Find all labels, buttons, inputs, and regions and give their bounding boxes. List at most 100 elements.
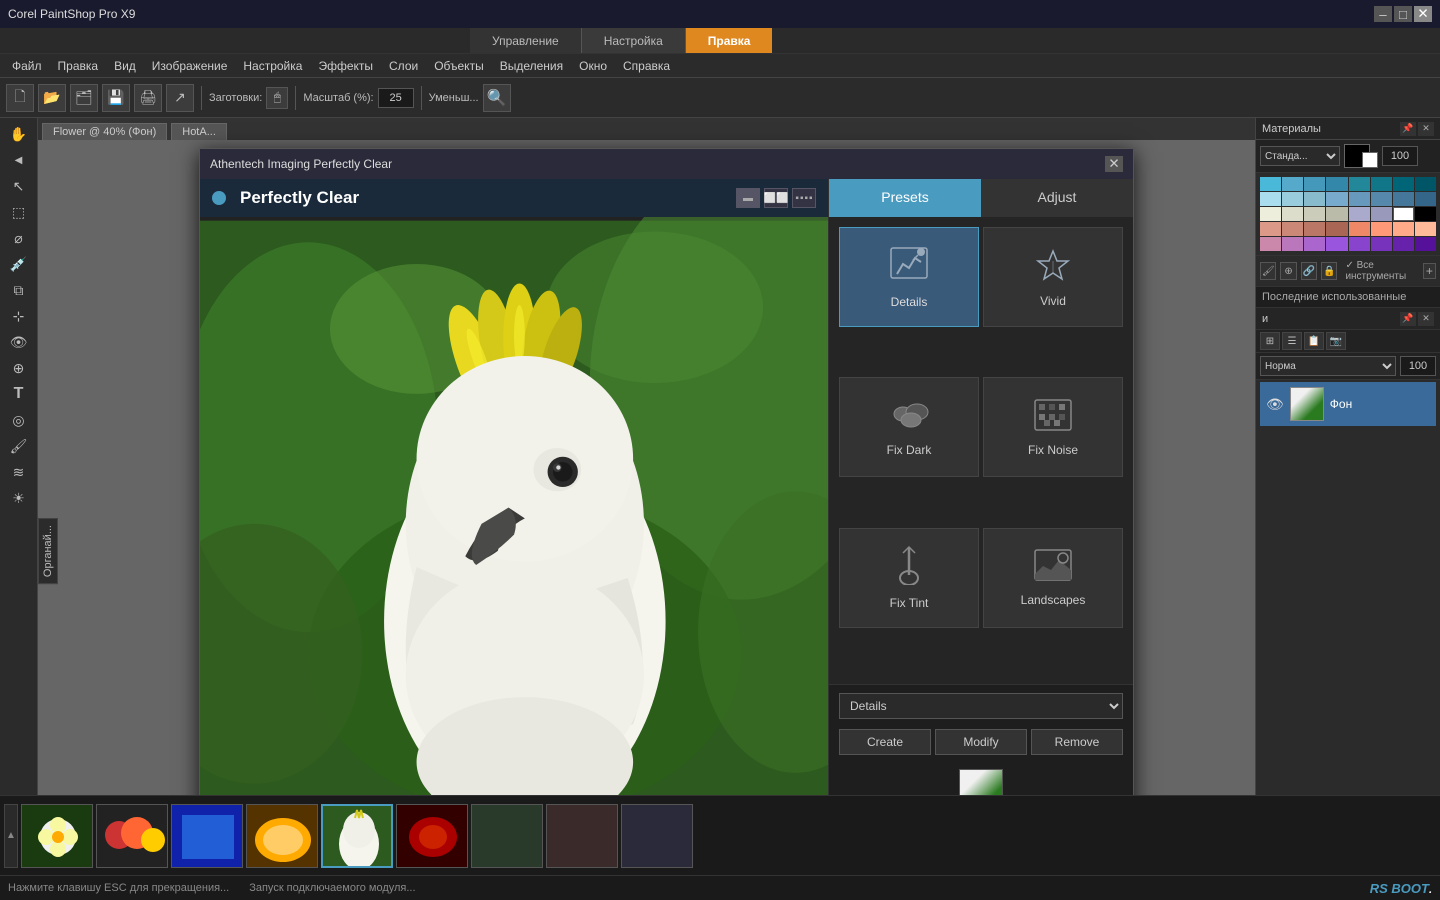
swatch-r5[interactable] [1349,222,1370,236]
select-tool[interactable]: ↖ [5,174,33,198]
menu-effects[interactable]: Эффекты [310,59,381,73]
swatch-8[interactable] [1260,192,1281,206]
crop-tool[interactable]: ⧉ [5,278,33,302]
menu-window[interactable]: Окно [571,59,615,73]
open-button[interactable]: 📂 [38,84,66,112]
freeform-tool[interactable]: ⌀ [5,226,33,250]
tab-presets[interactable]: Presets [829,179,981,217]
organizer-tab[interactable]: Органай... [38,518,58,584]
view-tool[interactable]: 👁 [5,330,33,354]
swatch-11[interactable] [1326,192,1347,206]
shape-tool[interactable]: ◎ [5,408,33,432]
swatch-r6[interactable] [1371,222,1392,236]
swatch-r7[interactable] [1393,222,1414,236]
layer-background[interactable]: 👁 Фон [1260,382,1436,426]
menu-help[interactable]: Справка [615,59,678,73]
menu-layers[interactable]: Слои [381,59,426,73]
share-button[interactable]: ↗ [166,84,194,112]
swatch-5[interactable] [1371,177,1392,191]
thumb-6[interactable] [396,804,468,868]
swatch-18[interactable] [1304,207,1325,221]
save-button[interactable]: 💾 [102,84,130,112]
nav-tab-manage[interactable]: Управление [470,28,582,53]
thumb-3[interactable] [171,804,243,868]
swatch-21[interactable] [1371,207,1392,221]
swatch-19[interactable] [1326,207,1347,221]
swatch-r8[interactable] [1415,222,1436,236]
menu-edit[interactable]: Правка [50,59,107,73]
preset-vivid[interactable]: Vivid [983,227,1123,327]
mat-tool-3[interactable]: 🔗 [1301,262,1317,280]
collapse-panel[interactable]: ◀ [5,148,33,172]
print-button[interactable]: 🖨 [134,84,162,112]
swatch-p2[interactable] [1282,237,1303,251]
layer-tool-4[interactable]: 📷 [1326,332,1346,350]
mat-tool-4[interactable]: 🔒 [1321,262,1337,280]
thumb-more-2[interactable] [546,804,618,868]
menu-settings[interactable]: Настройка [235,59,310,73]
swatch-p6[interactable] [1371,237,1392,251]
swatch-0[interactable] [1260,177,1281,191]
smudge-tool[interactable]: ≋ [5,460,33,484]
thumb-more-1[interactable] [471,804,543,868]
hot-a-tab[interactable]: HotA... [171,123,227,140]
menu-file[interactable]: Файл [4,59,50,73]
swatch-6[interactable] [1393,177,1414,191]
swatch-17[interactable] [1282,207,1303,221]
nav-tab-settings[interactable]: Настройка [582,28,686,53]
preset-select[interactable]: Details [839,693,1123,719]
canvas-tab-flower[interactable]: Flower @ 40% (Фон) [42,123,167,140]
zoom-out-button[interactable]: 🔍 [483,84,511,112]
paint-tool[interactable]: 🖌 [5,434,33,458]
preset-landscapes[interactable]: Landscapes [983,528,1123,628]
layer-tool-3[interactable]: 📋 [1304,332,1324,350]
thumb-2[interactable] [96,804,168,868]
nav-tab-edit[interactable]: Правка [686,28,773,53]
swatch-p1[interactable] [1260,237,1281,251]
swatch-14[interactable] [1393,192,1414,206]
preset-details[interactable]: Details [839,227,979,327]
browse-button[interactable]: 🗂 [70,84,98,112]
mat-tool-1[interactable]: 🖌 [1260,262,1276,280]
menu-view[interactable]: Вид [106,59,144,73]
swatch-p7[interactable] [1393,237,1414,251]
swatch-9[interactable] [1282,192,1303,206]
swatch-2[interactable] [1304,177,1325,191]
swatch-7[interactable] [1415,177,1436,191]
pan-tool[interactable]: ✋ [5,122,33,146]
panel-close-button[interactable]: ✕ [1418,122,1434,136]
swatch-r3[interactable] [1304,222,1325,236]
swatch-4[interactable] [1349,177,1370,191]
menu-selections[interactable]: Выделения [492,59,571,73]
thumb-4[interactable] [246,804,318,868]
menu-image[interactable]: Изображение [144,59,236,73]
split-view-button[interactable]: ⬜⬜ [764,188,788,208]
layers-close-button[interactable]: ✕ [1418,312,1434,326]
menu-objects[interactable]: Объекты [426,59,492,73]
swatch-1[interactable] [1282,177,1303,191]
dodge-tool[interactable]: ☀ [5,486,33,510]
thumb-5[interactable] [321,804,393,868]
opacity-input[interactable] [1382,146,1418,166]
swatch-p5[interactable] [1349,237,1370,251]
clone-tool[interactable]: ⊕ [5,356,33,380]
add-material-button[interactable]: + [1423,263,1436,279]
swatch-20[interactable] [1349,207,1370,221]
swatch-13[interactable] [1371,192,1392,206]
thumb-1[interactable] [21,804,93,868]
mat-tool-2[interactable]: ⊕ [1280,262,1296,280]
maximize-button[interactable]: □ [1394,6,1412,22]
layers-pin-button[interactable]: 📌 [1400,312,1416,326]
layer-tool-1[interactable]: ⊞ [1260,332,1280,350]
single-view-button[interactable]: ▬ [736,188,760,208]
close-button[interactable]: ✕ [1414,6,1432,22]
swatch-12[interactable] [1349,192,1370,206]
style-dropdown[interactable]: Станда... [1260,146,1340,166]
swatch-15[interactable] [1415,192,1436,206]
swatch-r1[interactable] [1260,222,1281,236]
preset-fix-tint[interactable]: Fix Tint [839,528,979,628]
preset-icon[interactable]: 🖱 [266,87,288,109]
scale-input[interactable] [378,88,414,108]
straighten-tool[interactable]: ⊹ [5,304,33,328]
swatch-23[interactable] [1415,207,1436,221]
